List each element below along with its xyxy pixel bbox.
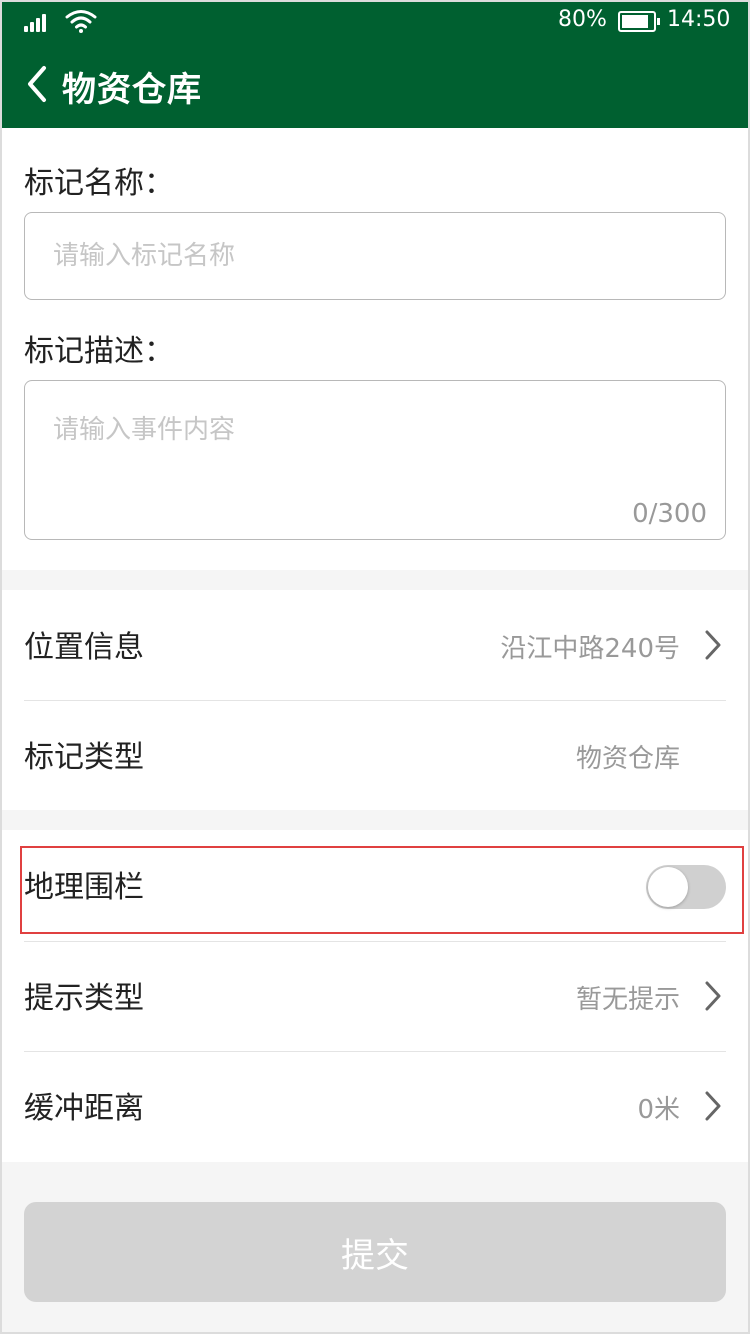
battery-icon <box>618 11 660 32</box>
geofence-row: 地理围栏 <box>2 830 748 940</box>
fence-settings-card: 地理围栏 提示类型 暂无提示 缓冲距离 0米 <box>2 830 748 1162</box>
chevron-right-icon <box>705 1091 721 1121</box>
geofence-toggle[interactable] <box>646 865 726 909</box>
chevron-left-icon <box>28 66 46 102</box>
buffer-distance-value: 0米 <box>637 1095 680 1125</box>
description-box: 0/300 <box>24 380 726 540</box>
name-label: 标记名称： <box>24 166 174 201</box>
signal-icon <box>24 12 50 32</box>
chevron-right-icon <box>705 981 721 1011</box>
geofence-label: 地理围栏 <box>24 870 144 905</box>
location-label: 位置信息 <box>24 630 144 665</box>
character-counter: 0/300 <box>632 499 707 529</box>
app-header: 80% 14:50 物资仓库 <box>2 2 748 128</box>
prompt-type-label: 提示类型 <box>24 981 144 1016</box>
description-textarea[interactable] <box>25 381 725 501</box>
page-title: 物资仓库 <box>62 70 202 110</box>
buffer-distance-label: 缓冲距离 <box>24 1091 144 1126</box>
battery-percent: 80% <box>558 7 607 32</box>
description-label: 标记描述： <box>24 334 174 369</box>
mark-type-row: 标记类型 物资仓库 <box>2 700 748 810</box>
submit-button[interactable]: 提交 <box>24 1202 726 1302</box>
wifi-icon <box>65 10 97 33</box>
location-row[interactable]: 位置信息 沿江中路240号 <box>2 590 748 700</box>
location-card: 位置信息 沿江中路240号 标记类型 物资仓库 <box>2 590 748 810</box>
prompt-type-value: 暂无提示 <box>575 985 680 1015</box>
back-button[interactable] <box>24 64 54 104</box>
chevron-right-icon <box>705 630 721 660</box>
toggle-knob <box>648 867 688 907</box>
mark-name-input[interactable] <box>24 212 726 300</box>
mark-type-label: 标记类型 <box>24 740 144 775</box>
mark-type-value: 物资仓库 <box>575 744 680 774</box>
prompt-type-row[interactable]: 提示类型 暂无提示 <box>2 941 748 1051</box>
status-bar: 80% 14:50 <box>2 2 748 42</box>
status-time: 14:50 <box>667 7 731 32</box>
buffer-distance-row[interactable]: 缓冲距离 0米 <box>2 1051 748 1161</box>
location-value: 沿江中路240号 <box>500 634 680 664</box>
mark-info-card: 标记名称： 标记描述： 0/300 <box>2 128 748 570</box>
